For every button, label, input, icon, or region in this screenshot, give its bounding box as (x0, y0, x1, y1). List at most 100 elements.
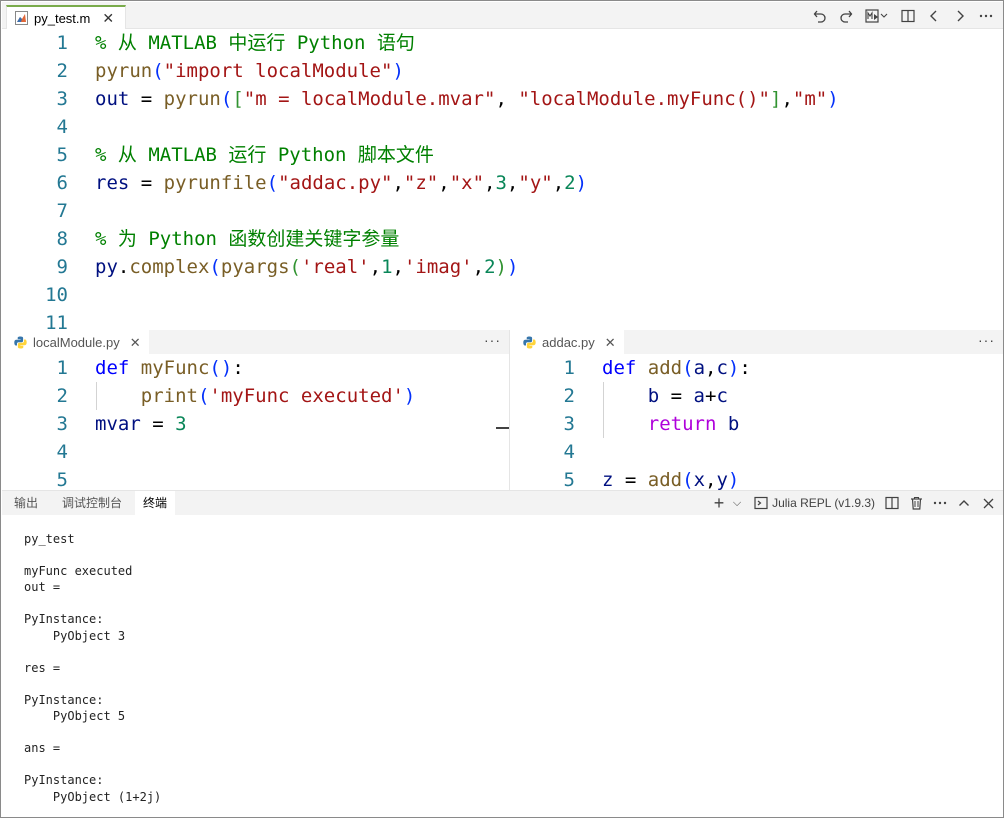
trash-icon[interactable] (909, 494, 923, 512)
more-icon[interactable] (933, 494, 947, 512)
parameter: a (693, 357, 706, 379)
bracket: ) (575, 172, 588, 194)
function-name: complex (129, 256, 210, 278)
keyword: return (647, 413, 717, 435)
panel-tab-bar: 输出 调试控制台 终端 + ⌵ Julia REPL (v1.9.3) (2, 491, 1003, 515)
number: 3 (495, 172, 507, 194)
comment: % 从 MATLAB 中运行 Python 语句 (95, 32, 415, 54)
close-icon[interactable]: ✕ (102, 11, 114, 25)
operator: = (613, 469, 648, 490)
bracket: () (209, 357, 233, 379)
tab-debug-console[interactable]: 调试控制台 (54, 491, 130, 515)
line-number: 9 (56, 256, 68, 278)
string: 'real' (300, 256, 370, 278)
parameter: c (716, 357, 728, 379)
right-editor-pane[interactable]: addac.py ✕ ··· 1 2 3 4 5 def add(a,c): b… (511, 330, 1003, 490)
line-number: 2 (56, 385, 68, 407)
undo-icon[interactable] (813, 7, 827, 25)
punctuation: , (781, 88, 793, 110)
tab-localmodule[interactable]: localModule.py ✕ (2, 330, 149, 354)
tab-addac[interactable]: addac.py ✕ (511, 330, 624, 354)
variable: py (95, 256, 118, 278)
bracket: ( (289, 256, 301, 278)
terminal-output[interactable]: py_test myFunc executed out = PyInstance… (24, 531, 161, 805)
tab-label: addac.py (542, 334, 595, 350)
code-line: out = pyrun(["m = localModule.mvar", "lo… (95, 85, 839, 113)
line-number: 2 (563, 385, 575, 407)
string: "x" (449, 172, 485, 194)
punctuation: , (472, 256, 485, 278)
redo-icon[interactable] (839, 7, 853, 25)
tab-output[interactable]: 输出 (6, 491, 46, 515)
variable: res (95, 172, 130, 194)
bracket: ) (403, 385, 416, 407)
tab-label: localModule.py (33, 334, 120, 350)
string: "import localModule" (163, 60, 393, 82)
punctuation: , (438, 172, 450, 194)
forward-icon[interactable] (953, 7, 967, 25)
more-icon[interactable]: ··· (978, 332, 995, 348)
close-icon[interactable]: ✕ (605, 336, 616, 349)
tab-py-test[interactable]: py_test.m ✕ (6, 5, 126, 29)
editor-tab-bar: py_test.m ✕ (2, 2, 1003, 29)
more-icon[interactable]: ··· (484, 332, 501, 348)
repl-label: Julia REPL (v1.9.3) (772, 496, 875, 510)
operator: = (659, 385, 694, 407)
close-icon[interactable]: ✕ (130, 336, 141, 349)
terminal-profile-selector[interactable]: Julia REPL (v1.9.3) (754, 494, 875, 512)
variable: a (693, 385, 705, 407)
code-line: def add(a,c): (602, 354, 751, 382)
variable: c (716, 385, 728, 407)
split-editor-icon[interactable] (901, 7, 915, 25)
scrollbar-marker[interactable] (496, 427, 509, 429)
new-terminal-icon[interactable]: + (712, 493, 726, 513)
line-number: 3 (563, 413, 575, 435)
code-line: % 从 MATLAB 运行 Python 脚本文件 (95, 141, 434, 169)
python-file-icon (14, 336, 27, 348)
run-matlab-icon[interactable] (865, 7, 889, 25)
punctuation: : (739, 357, 751, 379)
keyword: def (602, 357, 637, 379)
code-line: print('myFunc executed') (95, 382, 416, 410)
operator: + (705, 385, 717, 407)
function-name: myFunc (140, 357, 210, 379)
punctuation: , (552, 172, 565, 194)
variable: out (95, 88, 130, 110)
punctuation: , (484, 172, 496, 194)
keyword: def (95, 357, 130, 379)
bracket: ) (392, 60, 404, 82)
bracket: ( (209, 256, 221, 278)
string: "z" (403, 172, 439, 194)
left-editor-pane[interactable]: localModule.py ✕ ··· 1 2 3 4 5 def myFun… (2, 330, 510, 490)
operator: = (129, 172, 164, 194)
variable: mvar (95, 413, 141, 435)
string: "m" (792, 88, 828, 110)
chevron-up-icon[interactable] (957, 494, 971, 512)
line-number: 3 (56, 88, 68, 110)
code-line: return b (602, 410, 740, 438)
back-icon[interactable] (927, 7, 941, 25)
tab-terminal[interactable]: 终端 (135, 491, 176, 515)
chevron-down-icon[interactable]: ⌵ (730, 494, 744, 512)
bracket: ( (152, 60, 164, 82)
code-line: % 从 MATLAB 中运行 Python 语句 (95, 29, 415, 57)
pane-tab-bar: localModule.py ✕ ··· (2, 330, 509, 354)
string: 'myFunc executed' (209, 385, 404, 407)
number: 1 (381, 256, 393, 278)
close-icon[interactable] (981, 494, 995, 512)
panel-toolbar: + ⌵ Julia REPL (v1.9.3) (712, 493, 995, 513)
split-terminal-icon[interactable] (885, 494, 899, 512)
more-icon[interactable] (979, 7, 993, 25)
bracket: ( (682, 357, 694, 379)
line-number: 5 (56, 469, 68, 490)
bracket: ( (220, 88, 233, 110)
line-number: 4 (56, 116, 68, 138)
line-number: 8 (56, 228, 68, 250)
punctuation: , (392, 172, 404, 194)
bracket: ) (827, 88, 839, 110)
main-code-editor[interactable]: 1 2 3 4 5 6 7 8 9 10 11 % 从 MATLAB 中运行 P… (2, 29, 1003, 330)
comment: % 从 MATLAB 运行 Python 脚本文件 (95, 144, 434, 166)
